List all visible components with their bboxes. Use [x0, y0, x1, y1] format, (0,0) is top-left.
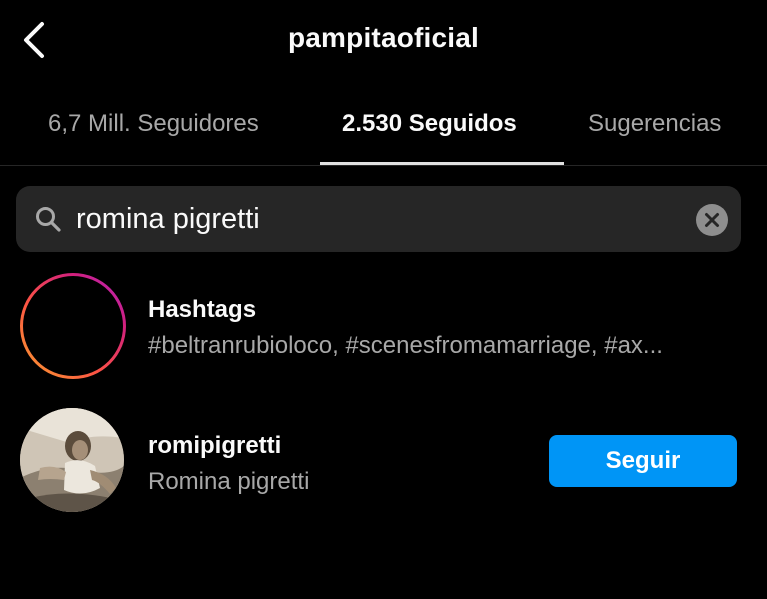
header-bar: pampitaoficial: [0, 0, 767, 84]
search-bar[interactable]: [16, 186, 741, 252]
hashtags-result[interactable]: Hashtags #beltranrubioloco, #scenesfroma…: [0, 270, 767, 380]
result-title: Hashtags: [148, 296, 257, 323]
tab-following[interactable]: 2.530 Seguidos: [342, 110, 517, 138]
hashtag-icon: [53, 300, 95, 354]
search-icon: [36, 207, 61, 232]
follow-button[interactable]: Seguir: [549, 435, 737, 487]
active-tab-indicator: [320, 162, 564, 165]
search-input[interactable]: [76, 198, 676, 240]
tab-bar: 6,7 Mill. Seguidores 2.530 Seguidos Suge…: [0, 84, 767, 166]
full-name: Romina pigretti: [148, 468, 310, 495]
user-result[interactable]: romipigretti Romina pigretti Seguir: [0, 405, 767, 515]
username: romipigretti: [148, 432, 282, 459]
tab-followers[interactable]: 6,7 Mill. Seguidores: [48, 110, 259, 138]
clear-search-button[interactable]: [696, 204, 728, 236]
avatar[interactable]: [20, 408, 124, 512]
tab-suggestions[interactable]: Sugerencias: [588, 110, 721, 138]
hashtag-avatar: [20, 273, 126, 379]
result-subtitle: #beltranrubioloco, #scenesfromamarriage,…: [148, 332, 663, 359]
profile-photo: [20, 408, 124, 512]
clear-icon: [705, 213, 719, 227]
page-title: pampitaoficial: [287, 22, 480, 53]
